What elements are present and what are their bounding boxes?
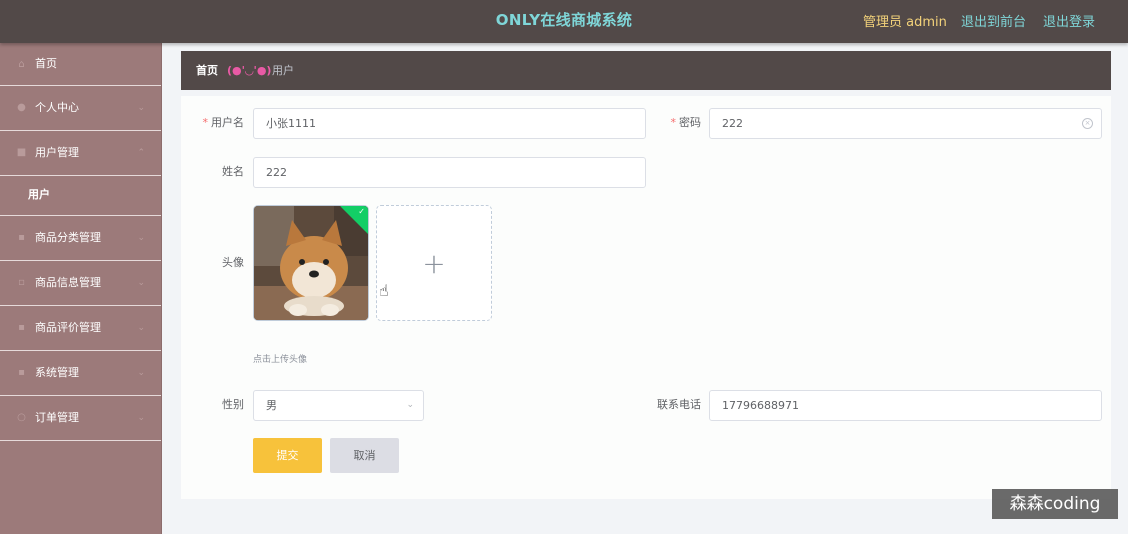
sidebar-item-home[interactable]: ⌂ 首页	[0, 43, 161, 86]
sidebar-item-label: 用户管理	[35, 146, 79, 159]
password-label: * 密码	[670, 116, 702, 129]
sidebar-item-order-management[interactable]: ○ 订单管理 ⌄	[0, 396, 161, 441]
chevron-up-icon: ⌃	[137, 148, 145, 158]
sidebar-item-review-management[interactable]: ▪ 商品评价管理 ⌄	[0, 306, 161, 351]
password-value: 222	[722, 117, 743, 130]
sidebar-item-label: 商品分类管理	[35, 231, 101, 244]
cancel-button[interactable]: 取消	[330, 438, 399, 473]
exit-to-frontend-link[interactable]: 退出到前台	[961, 11, 1026, 30]
submit-button[interactable]: 提交	[253, 438, 322, 473]
app-title: ONLY在线商城系统	[495, 11, 633, 29]
watermark: 森森coding	[992, 489, 1118, 519]
sidebar-subitem-users[interactable]: 用户	[0, 176, 161, 216]
gender-select[interactable]: 男 ⌄	[253, 390, 424, 421]
gender-value: 男	[266, 399, 277, 412]
chevron-down-icon: ⌄	[137, 368, 145, 378]
sidebar-item-label: 商品信息管理	[35, 276, 101, 289]
top-header: ONLY在线商城系统 管理员 admin 退出到前台 退出登录	[0, 0, 1128, 43]
sidebar-item-label: 订单管理	[35, 411, 79, 424]
plus-icon: +	[422, 247, 446, 280]
sidebar: ⌂ 首页 ● 个人中心 ⌄ ■ 用户管理 ⌃ 用户 ▪ 商品分类管理 ⌄ ▫ 商…	[0, 43, 162, 534]
username-label: * 用户名	[202, 116, 245, 129]
avatar-image[interactable]: ✓	[253, 205, 369, 321]
password-input[interactable]: 222 ×	[709, 108, 1102, 139]
chevron-down-icon: ⌄	[137, 413, 145, 423]
gender-label: 性别	[222, 398, 244, 411]
breadcrumb-home[interactable]: 首页	[196, 51, 218, 90]
username-input[interactable]: 小张1111	[253, 108, 646, 139]
document-icon: ▪	[18, 367, 25, 378]
check-icon: ✓	[358, 207, 365, 216]
sidebar-item-label: 个人中心	[35, 101, 79, 114]
sidebar-item-system-management[interactable]: ▪ 系统管理 ⌄	[0, 351, 161, 396]
sidebar-subitem-label: 用户	[28, 188, 50, 201]
chevron-down-icon: ⌄	[137, 278, 145, 288]
breadcrumb: 首页 (●'◡'●) 用户	[181, 51, 1111, 90]
sidebar-item-category-management[interactable]: ▪ 商品分类管理 ⌄	[0, 216, 161, 261]
message-icon: ▫	[18, 277, 25, 288]
hand-cursor-icon: ☝	[379, 281, 389, 300]
chevron-down-icon: ⌄	[137, 103, 145, 113]
refresh-icon: ○	[17, 412, 26, 423]
user-form: * 用户名 小张1111 * 密码 222 × 姓名 222 头像 ✓ + 点击…	[181, 96, 1111, 499]
username-value: 小张1111	[266, 117, 316, 130]
breadcrumb-current: 用户	[272, 64, 294, 77]
sidebar-item-label: 首页	[35, 57, 57, 70]
briefcase-icon: ▪	[18, 322, 25, 333]
sidebar-item-label: 系统管理	[35, 366, 79, 379]
phone-input[interactable]: 17796688971	[709, 390, 1102, 421]
sidebar-item-user-management[interactable]: ■ 用户管理 ⌃	[0, 131, 161, 176]
name-value: 222	[266, 166, 287, 179]
chevron-down-icon: ⌄	[137, 233, 145, 243]
upload-hint: 点击上传头像	[253, 355, 308, 365]
shiba-dog-photo	[254, 206, 368, 320]
name-input[interactable]: 222	[253, 157, 646, 188]
chevron-down-icon: ⌄	[137, 323, 145, 333]
logout-link[interactable]: 退出登录	[1043, 11, 1095, 30]
phone-value: 17796688971	[722, 399, 799, 412]
sidebar-item-label: 商品评价管理	[35, 321, 101, 334]
avatar-upload-button[interactable]: +	[376, 205, 492, 321]
user-icon: ●	[17, 102, 26, 113]
clear-icon[interactable]: ×	[1082, 118, 1093, 129]
phone-label: 联系电话	[657, 398, 701, 411]
sidebar-item-product-management[interactable]: ▫ 商品信息管理 ⌄	[0, 261, 161, 306]
chevron-down-icon: ⌄	[406, 400, 414, 410]
grid-icon: ■	[16, 147, 27, 158]
home-icon: ⌂	[18, 59, 25, 70]
avatar-label: 头像	[222, 256, 244, 269]
breadcrumb-separator: (●'◡'●)	[227, 64, 272, 77]
name-label: 姓名	[222, 165, 244, 178]
sidebar-item-profile[interactable]: ● 个人中心 ⌄	[0, 86, 161, 131]
clipboard-icon: ▪	[18, 232, 25, 243]
admin-user-label: 管理员 admin	[863, 15, 947, 30]
